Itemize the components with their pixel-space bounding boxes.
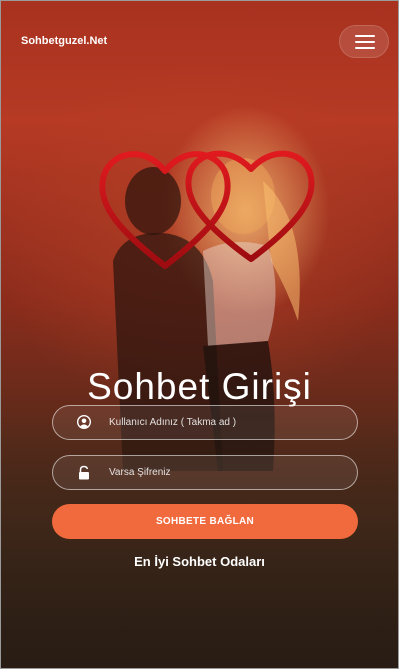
password-field[interactable] [52,455,358,490]
hamburger-menu-icon-bar [355,41,375,43]
username-field[interactable] [52,405,358,440]
user-icon [77,415,91,429]
lock-icon [79,465,89,480]
hamburger-menu-icon-bar [355,47,375,49]
menu-button[interactable] [339,25,389,58]
hamburger-menu-icon [355,35,375,37]
page-frame: Sohbetguzel.Net Sohbet Girişi Kullanıcı … [0,0,399,669]
best-chat-rooms-link[interactable]: En İyi Sohbet Odaları [1,554,398,569]
username-input[interactable] [109,406,344,439]
password-input[interactable] [109,456,344,489]
brand-logo[interactable]: Sohbetguzel.Net [21,35,107,47]
header: Sohbetguzel.Net [1,1,398,81]
connect-button[interactable]: SOHBETE BAĞLAN [52,504,358,539]
double-heart-icon [99,150,315,269]
page-title: Sohbet Girişi [87,365,312,407]
